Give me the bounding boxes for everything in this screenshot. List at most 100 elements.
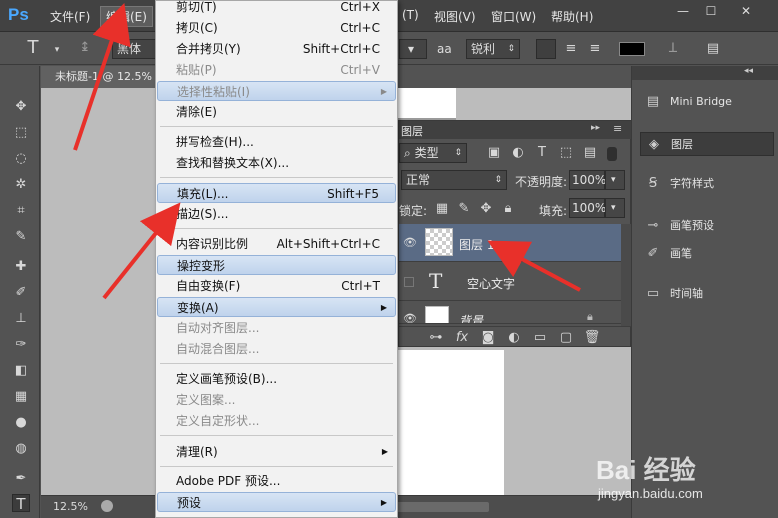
adjustment-layer-icon[interactable]: ◐ (505, 329, 523, 347)
lock-transparent-icon[interactable]: ▦ (433, 200, 451, 218)
font-family-select[interactable]: 黑体 (112, 39, 156, 59)
minimize-button[interactable]: — (670, 2, 696, 20)
fill-dropdown[interactable]: ▾ (605, 198, 625, 218)
antialias-select[interactable]: 锐利 ⇕ (466, 39, 520, 59)
fill-input[interactable]: 100% (569, 198, 606, 218)
menu-item-purge[interactable]: 清理(R) ▶ (157, 442, 396, 462)
menu-item-presets[interactable]: 预设 ▶ (157, 492, 396, 512)
menu-item-define-pattern[interactable]: 定义图案... (157, 390, 396, 410)
magic-wand-tool-icon[interactable]: ✲ (12, 176, 30, 194)
opacity-input[interactable]: 100% (569, 170, 606, 190)
lock-position-icon[interactable]: ✥ (477, 200, 495, 218)
dodge-tool-icon[interactable]: ◍ (12, 440, 30, 458)
marquee-tool-icon[interactable]: ⬚ (12, 124, 30, 142)
panel-character-styles[interactable]: Ꞩ 字符样式 (640, 172, 774, 196)
filter-shape-icon[interactable]: ⬚ (557, 144, 575, 162)
info-icon[interactable] (101, 500, 113, 512)
layers-tab-label[interactable]: 图层 (401, 123, 423, 139)
crop-tool-icon[interactable]: ⌗ (12, 202, 30, 220)
menu-item-cut[interactable]: 剪切(T) Ctrl+X (157, 0, 396, 17)
menu-item-paste-special[interactable]: 选择性粘贴(I) ▶ (157, 81, 396, 101)
stamp-tool-icon[interactable]: ⊥ (12, 310, 30, 328)
character-panel-icon[interactable]: ▤ (704, 40, 722, 58)
menu-item-auto-blend-layers[interactable]: 自动混合图层... (157, 339, 396, 359)
type-tool-preset-icon[interactable]: T (24, 39, 42, 57)
filter-kind-select[interactable]: ⌕ 类型 ⇕ (399, 143, 467, 163)
menu-item-copy[interactable]: 拷贝(C) Ctrl+C (157, 18, 396, 38)
menu-item-clear[interactable]: 清除(E) (157, 102, 396, 122)
layer-row-selected[interactable]: 👁︎ 图层 1 (399, 224, 621, 262)
eyedropper-tool-icon[interactable]: ✎ (12, 228, 30, 246)
menu-item-puppet-warp[interactable]: 操控变形 (157, 255, 396, 275)
menu-item-define-brush-preset[interactable]: 定义画笔预设(B)... (157, 369, 396, 389)
orientation-toggle-icon[interactable]: ↨ (76, 39, 94, 57)
panel-menu-icon[interactable]: ≡ (613, 122, 622, 135)
layer-name[interactable]: 空心文字 (467, 275, 515, 292)
lock-pixels-icon[interactable]: ✎ (455, 200, 473, 218)
zoom-level[interactable]: 12.5% (53, 500, 88, 513)
panel-brush-presets[interactable]: ⊸ 画笔预设 (640, 214, 774, 238)
healing-brush-tool-icon[interactable]: ✚ (12, 258, 30, 276)
brush-tool-icon[interactable]: ✐ (12, 284, 30, 302)
menu-item-find-replace[interactable]: 查找和替换文本(X)... (157, 153, 396, 173)
history-brush-tool-icon[interactable]: ✑ (12, 336, 30, 354)
type-tool-icon[interactable]: T (12, 494, 30, 513)
menu-item-transform[interactable]: 变换(A) ▶ (157, 297, 396, 317)
eye-visibility-icon[interactable]: 👁︎ (403, 312, 417, 323)
filter-type-icon[interactable]: T (533, 144, 551, 162)
panel-brush[interactable]: ✐ 画笔 (640, 242, 774, 266)
panel-layers[interactable]: ◈ 图层 (640, 132, 774, 156)
menu-item-fill[interactable]: 填充(L)... Shift+F5 (157, 183, 396, 203)
menu-view[interactable]: 视图(V) (434, 8, 476, 25)
trash-icon[interactable]: 🗑︎ (583, 329, 601, 347)
layer-name[interactable]: 图层 1 (459, 236, 494, 253)
close-button[interactable]: ✕ (733, 2, 759, 20)
blur-tool-icon[interactable]: ● (12, 414, 30, 432)
collapse-panel-icon[interactable]: ▸▸ (591, 123, 600, 133)
filter-pixel-icon[interactable]: ▣ (485, 144, 503, 162)
menu-type[interactable]: (T) (402, 8, 419, 22)
text-color-swatch[interactable] (619, 42, 645, 56)
layer-style-icon[interactable]: fx (453, 329, 471, 347)
menu-item-auto-align-layers[interactable]: 自动对齐图层... (157, 318, 396, 338)
gradient-tool-icon[interactable]: ▦ (12, 388, 30, 406)
pen-tool-icon[interactable]: ✒ (12, 470, 30, 488)
menu-edit[interactable]: 编辑(E) (100, 6, 153, 27)
menu-item-stroke[interactable]: 描边(S)... (157, 204, 396, 224)
menu-item-adobe-pdf-presets[interactable]: Adobe PDF 预设... (157, 471, 396, 491)
move-tool-icon[interactable]: ✥ (12, 98, 30, 116)
maximize-button[interactable]: ☐ (698, 2, 724, 20)
document-tab[interactable]: 未标题-1 @ 12.5% (41, 66, 156, 88)
lasso-tool-icon[interactable]: ◌ (12, 150, 30, 168)
new-group-icon[interactable]: ▭ (531, 329, 549, 347)
opacity-dropdown[interactable]: ▾ (605, 170, 625, 190)
layer-row[interactable]: 👁︎ 背景 🔒︎ (399, 302, 621, 324)
new-layer-icon[interactable]: ▢ (557, 329, 575, 347)
menu-item-copy-merged[interactable]: 合并拷贝(Y) Shift+Ctrl+C (157, 39, 396, 59)
add-mask-icon[interactable]: ◙ (479, 329, 497, 347)
visibility-toggle-hidden[interactable] (404, 277, 414, 287)
chevron-down-icon[interactable]: ▾ (48, 41, 66, 59)
menu-item-define-custom-shape[interactable]: 定义自定形状... (157, 411, 396, 431)
eraser-tool-icon[interactable]: ◧ (12, 362, 30, 380)
warp-text-icon[interactable]: ꓕ (664, 40, 682, 58)
panel-mini-bridge[interactable]: ▤ Mini Bridge (640, 90, 774, 114)
menu-window[interactable]: 窗口(W) (491, 8, 536, 25)
align-center-icon[interactable]: ≡ (562, 40, 580, 58)
layer-name[interactable]: 背景 (459, 312, 483, 323)
menu-file[interactable]: 文件(F) (50, 8, 90, 25)
panel-timeline[interactable]: ▭ 时间轴 (640, 282, 774, 306)
align-right-icon[interactable]: ≡ (586, 40, 604, 58)
filter-toggle[interactable] (607, 147, 617, 161)
link-layers-icon[interactable]: ⊶ (427, 329, 445, 347)
font-size-dropdown[interactable]: ▾ (399, 39, 427, 59)
menu-item-content-aware-scale[interactable]: 内容识别比例 Alt+Shift+Ctrl+C (157, 234, 396, 254)
lock-all-icon[interactable]: 🔒︎ (499, 200, 517, 218)
layer-row[interactable]: T 空心文字 (399, 263, 621, 301)
eye-visibility-icon[interactable]: 👁︎ (403, 236, 417, 249)
filter-adjustment-icon[interactable]: ◐ (509, 144, 527, 162)
layers-scrollbar[interactable] (621, 224, 631, 326)
align-left-button[interactable] (536, 39, 556, 59)
collapse-dock-icon[interactable]: ◂◂ (744, 66, 753, 76)
blend-mode-select[interactable]: 正常 ⇕ (401, 170, 507, 190)
